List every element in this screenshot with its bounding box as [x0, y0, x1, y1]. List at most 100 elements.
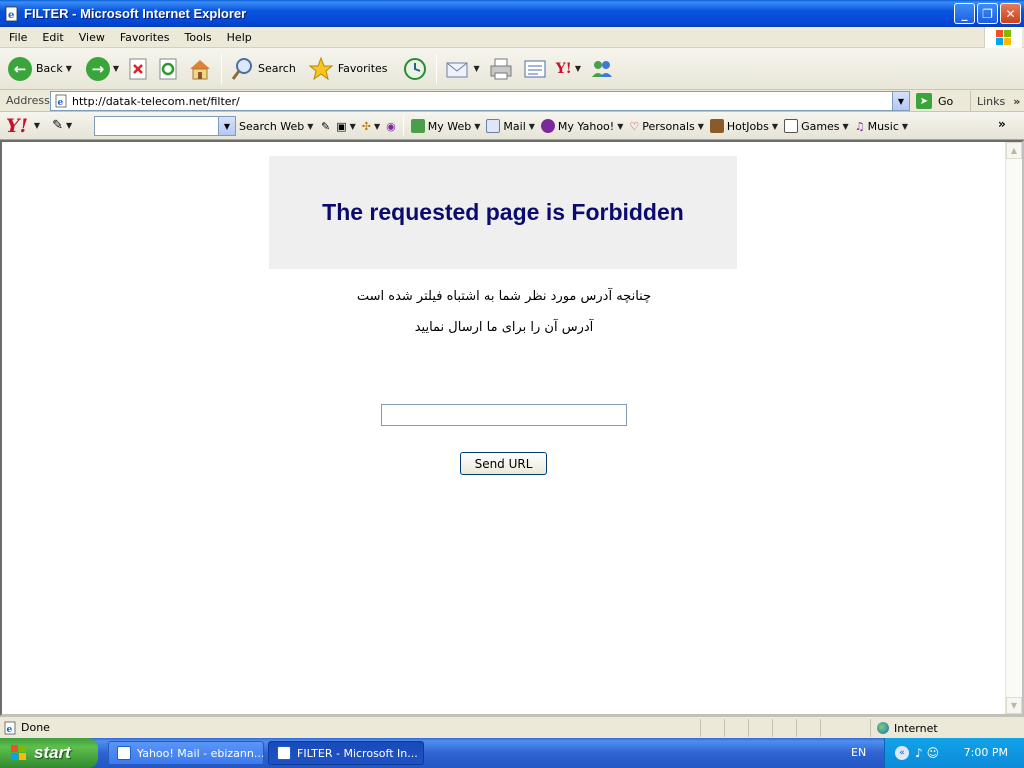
personals-dropdown-icon[interactable]: ▼	[698, 122, 704, 131]
close-button[interactable]: ✕	[1000, 3, 1021, 24]
svg-text:e: e	[8, 10, 14, 21]
speaker-icon[interactable]: ♪	[915, 746, 923, 760]
home-button[interactable]	[183, 52, 217, 86]
yahoo-menu-dropdown-icon[interactable]: ▼	[34, 121, 40, 130]
mail-icon	[486, 119, 501, 133]
toolbar-separator	[221, 53, 223, 84]
chevron-right-icon[interactable]: »	[1013, 95, 1020, 108]
back-label: Back	[36, 62, 63, 75]
language-indicator[interactable]: EN	[851, 746, 866, 759]
pencil-dropdown-icon[interactable]: ▼	[66, 121, 72, 130]
yahoo-toolbar-button[interactable]: Y! ▼	[552, 52, 585, 86]
print-button[interactable]	[484, 52, 518, 86]
games-dropdown-icon[interactable]: ▼	[843, 122, 849, 131]
links-label: Links	[977, 94, 1006, 108]
my-yahoo-button[interactable]: My Yahoo! ▼	[538, 115, 626, 137]
menu-help[interactable]: Help	[221, 31, 258, 44]
yahoo-chevron-right-icon[interactable]: »	[998, 117, 1006, 131]
standard-toolbar: ← Back ▼ → ▼ Search Favorites ▼ Y! ▼	[0, 48, 1024, 90]
mail-link-button[interactable]: Mail ▼	[483, 115, 538, 137]
popup-blocker-icon[interactable]: ▣ ▼	[333, 115, 359, 137]
antispy-icon[interactable]: ✣ ▼	[359, 115, 383, 137]
forward-dropdown-icon[interactable]: ▼	[113, 64, 119, 73]
address-dropdown-icon[interactable]: ▼	[892, 92, 909, 110]
messenger-tray-icon[interactable]: ☺	[927, 746, 940, 760]
edit-button[interactable]	[518, 52, 552, 86]
svg-text:e: e	[58, 98, 64, 108]
pencil-icon[interactable]: ✎	[52, 118, 63, 133]
hotjobs-dropdown-icon[interactable]: ▼	[772, 122, 778, 131]
music-dropdown-icon[interactable]: ▼	[902, 122, 908, 131]
menu-file[interactable]: File	[3, 31, 33, 44]
games-button[interactable]: Games ▼	[781, 115, 852, 137]
menu-favorites[interactable]: Favorites	[114, 31, 176, 44]
scroll-up-icon[interactable]: ▲	[1006, 142, 1022, 159]
my-yahoo-dropdown-icon[interactable]: ▼	[617, 122, 623, 131]
forward-button[interactable]: → ▼	[82, 52, 123, 86]
menu-edit[interactable]: Edit	[36, 31, 69, 44]
stop-button[interactable]	[123, 52, 153, 86]
back-button[interactable]: ← Back ▼	[4, 52, 76, 86]
page-content: The requested page is Forbidden چنانچه آ…	[0, 140, 1024, 716]
menu-tools[interactable]: Tools	[179, 31, 218, 44]
music-button[interactable]: ♫ Music ▼	[852, 115, 911, 137]
windows-logo-icon	[984, 27, 1022, 48]
highlight-icon[interactable]: ✎	[318, 115, 333, 137]
hotjobs-button[interactable]: HotJobs ▼	[707, 115, 781, 137]
internet-globe-icon	[877, 722, 889, 734]
page-done-icon: e	[4, 721, 16, 735]
search-web-label: Search Web	[239, 119, 305, 133]
zone-text: Internet	[894, 721, 938, 735]
back-dropdown-icon[interactable]: ▼	[66, 64, 72, 73]
history-button[interactable]	[398, 52, 432, 86]
yahoo-dropdown-icon[interactable]: ▼	[575, 64, 581, 73]
my-web-button[interactable]: My Web ▼	[408, 115, 484, 137]
status-pane	[772, 719, 796, 737]
personals-button[interactable]: ♡ Personals ▼	[626, 115, 707, 137]
address-input[interactable]: e http://datak-telecom.net/filter/ ▼	[50, 91, 910, 111]
games-cards-icon	[784, 119, 799, 133]
taskbar-item-label: FILTER - Microsoft In...	[297, 746, 418, 760]
maximize-button[interactable]: ❐	[977, 3, 998, 24]
url-input[interactable]	[381, 404, 627, 426]
scroll-down-icon[interactable]: ▼	[1006, 697, 1022, 714]
back-arrow-icon: ←	[8, 56, 32, 81]
search-web-dropdown-icon[interactable]: ▼	[307, 122, 313, 131]
tray-expand-icon[interactable]: «	[895, 746, 909, 760]
clock[interactable]: 7:00 PM	[964, 746, 1008, 759]
vertical-scrollbar[interactable]: ▲ ▼	[1005, 142, 1022, 714]
my-web-dropdown-icon[interactable]: ▼	[474, 122, 480, 131]
windows-flag-icon	[11, 745, 26, 760]
yahoo-search-input[interactable]: ▼	[94, 116, 236, 136]
refresh-button[interactable]	[153, 52, 183, 86]
svg-text:e: e	[7, 725, 13, 735]
launchcast-icon[interactable]: ◉	[383, 115, 399, 137]
home-icon	[190, 59, 211, 79]
messenger-people-icon	[591, 60, 612, 77]
yahoo-search-dropdown-icon[interactable]: ▼	[218, 117, 235, 135]
taskbar-item-filter[interactable]: FILTER - Microsoft In...	[268, 741, 424, 765]
messenger-button[interactable]	[585, 52, 619, 86]
mail-link-dropdown-icon[interactable]: ▼	[529, 122, 535, 131]
refresh-icon	[159, 58, 177, 79]
menu-view[interactable]: View	[73, 31, 111, 44]
search-button[interactable]: Search	[226, 52, 300, 86]
security-zone[interactable]: Internet	[870, 719, 938, 737]
yahoo-logo[interactable]: Y!	[6, 115, 28, 137]
favorites-button[interactable]: Favorites	[304, 52, 392, 86]
mail-button[interactable]: ▼	[441, 52, 484, 86]
music-label: Music	[867, 119, 899, 133]
start-button[interactable]: start	[0, 738, 98, 768]
window-controls: _ ❐ ✕	[954, 3, 1021, 24]
go-label: Go	[938, 94, 954, 108]
search-web-button[interactable]: Search Web ▼	[236, 115, 316, 137]
go-button[interactable]: ➤ Go	[916, 91, 953, 111]
status-bar: e Done Internet	[0, 716, 1024, 738]
status-text: Done	[21, 721, 50, 734]
send-url-button[interactable]: Send URL	[460, 452, 547, 475]
links-button[interactable]: Links »	[970, 91, 1020, 111]
printer-icon	[490, 58, 512, 79]
minimize-button[interactable]: _	[954, 3, 975, 24]
taskbar-item-yahoo-mail[interactable]: Yahoo! Mail - ebizann...	[108, 741, 264, 765]
mail-dropdown-icon[interactable]: ▼	[474, 64, 480, 73]
